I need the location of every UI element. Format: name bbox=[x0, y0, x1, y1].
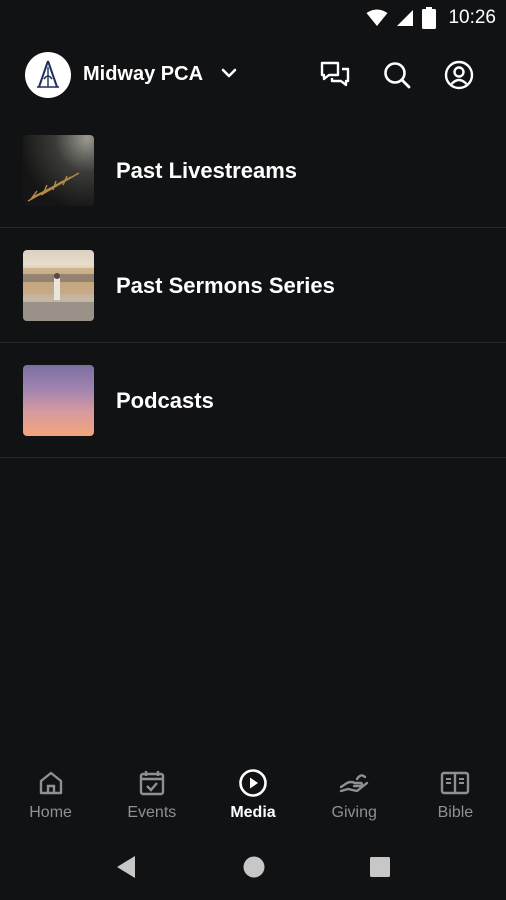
chevron-down-icon[interactable] bbox=[220, 67, 238, 79]
signal-icon bbox=[397, 10, 414, 26]
podcasts-thumbnail bbox=[23, 365, 94, 436]
org-name[interactable]: Midway PCA bbox=[83, 63, 203, 86]
nav-label: Bible bbox=[437, 804, 474, 821]
train-platform-image bbox=[23, 268, 94, 321]
recents-icon[interactable] bbox=[369, 854, 391, 880]
org-logo[interactable] bbox=[25, 52, 71, 98]
status-bar: 10:26 bbox=[0, 0, 506, 36]
play-icon bbox=[238, 768, 268, 798]
nav-item-home[interactable]: Home bbox=[0, 756, 101, 836]
back-icon[interactable] bbox=[114, 854, 138, 880]
media-item-label: Past Sermons Series bbox=[116, 272, 335, 298]
media-item-past-sermons-series[interactable]: Past Sermons Series bbox=[0, 228, 506, 343]
past-sermons-thumbnail bbox=[23, 250, 94, 321]
media-item-past-livestreams[interactable]: Past Livestreams bbox=[0, 113, 506, 228]
home-circle-icon[interactable] bbox=[242, 854, 266, 880]
calendar-icon bbox=[137, 768, 167, 798]
chat-button[interactable] bbox=[319, 59, 351, 91]
nav-item-giving[interactable]: Giving bbox=[304, 756, 405, 836]
account-icon bbox=[444, 60, 474, 90]
bible-icon bbox=[440, 768, 470, 798]
search-button[interactable] bbox=[381, 59, 413, 91]
battery-icon bbox=[422, 7, 437, 29]
nav-label: Home bbox=[29, 804, 72, 821]
nav-label: Giving bbox=[331, 804, 377, 821]
wifi-icon bbox=[366, 9, 388, 26]
nav-item-media[interactable]: Media bbox=[202, 756, 303, 836]
nav-label: Media bbox=[230, 804, 276, 821]
search-icon bbox=[384, 62, 411, 89]
home-icon bbox=[36, 768, 66, 798]
status-time: 10:26 bbox=[448, 7, 496, 28]
system-nav-bar bbox=[0, 836, 506, 900]
giving-hand-icon bbox=[339, 768, 369, 798]
bottom-nav: Home Events Media Giving Bible bbox=[0, 756, 506, 836]
past-livestreams-thumbnail bbox=[23, 135, 94, 206]
church-logo-icon bbox=[37, 60, 59, 88]
media-item-podcasts[interactable]: Podcasts bbox=[0, 343, 506, 458]
status-icons: 10:26 bbox=[366, 6, 496, 30]
chat-icon bbox=[320, 61, 350, 87]
grass-image bbox=[27, 172, 80, 202]
nav-item-events[interactable]: Events bbox=[101, 756, 202, 836]
nav-item-bible[interactable]: Bible bbox=[405, 756, 506, 836]
media-item-label: Podcasts bbox=[116, 387, 214, 413]
nav-label: Events bbox=[127, 804, 177, 821]
media-list: Past Livestreams Past Sermons Series Pod… bbox=[0, 113, 506, 458]
app-header: Midway PCA bbox=[0, 46, 506, 104]
account-button[interactable] bbox=[443, 59, 475, 91]
media-item-label: Past Livestreams bbox=[116, 157, 297, 183]
